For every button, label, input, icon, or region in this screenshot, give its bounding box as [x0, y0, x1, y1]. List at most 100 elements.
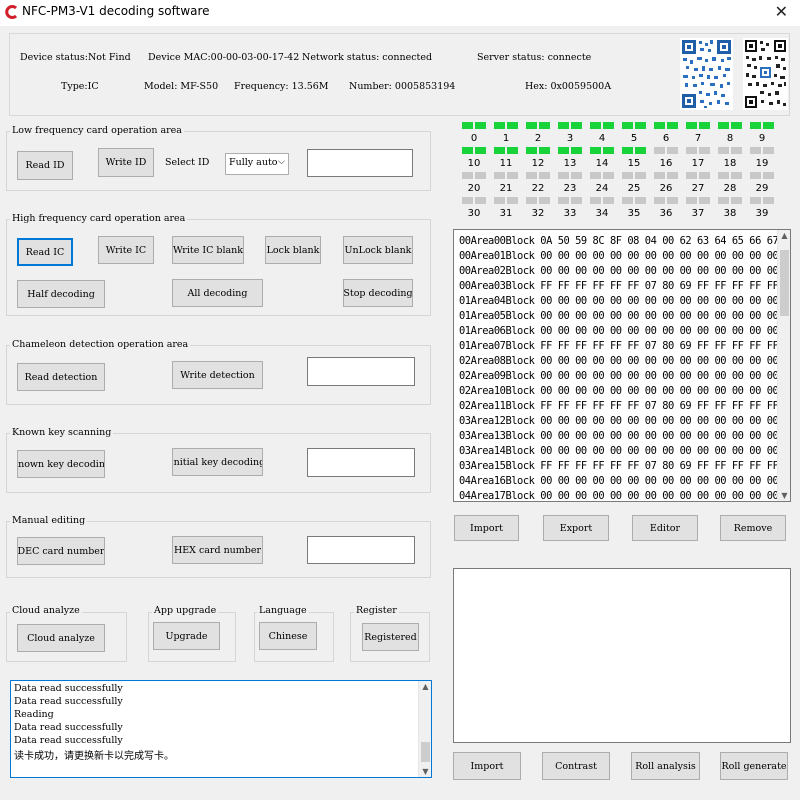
read-detection-button[interactable]: Read detection [17, 363, 105, 391]
sector-indicator: 13 [557, 147, 583, 173]
sector-indicator: 9 [749, 122, 775, 148]
log-area[interactable]: Data read successfully Data read success… [10, 680, 432, 778]
sector-number: 38 [723, 208, 737, 219]
dump-row[interactable]: 01Area04Block 00 00 00 00 00 00 00 00 00… [459, 295, 790, 307]
sector-bars [621, 197, 647, 205]
sector-key-missing-bar [526, 172, 537, 179]
sector-key-missing-bar [699, 197, 710, 204]
sector-key-missing-bar [571, 197, 582, 204]
sector-key-missing-bar [750, 147, 761, 154]
dump-row[interactable]: 02Area08Block 00 00 00 00 00 00 00 00 00… [459, 355, 790, 367]
sector-bars [461, 172, 487, 180]
lock-blank-button[interactable]: Lock blank [265, 236, 321, 264]
sector-key-missing-bar [718, 147, 729, 154]
sector-number: 20 [467, 183, 481, 194]
sector-key-missing-bar [462, 197, 473, 204]
log-scrollbar[interactable]: ▲ ▼ [418, 681, 431, 777]
dec-card-number-button[interactable]: DEC card number [17, 537, 105, 565]
dump-row[interactable]: 00Area00Block 0A 50 59 8C 8F 08 04 00 62… [459, 235, 790, 247]
sector-number: 35 [627, 208, 641, 219]
sector-key-found-bar [654, 122, 665, 129]
sector-key-missing-bar [494, 197, 505, 204]
read-id-button[interactable]: Read ID [17, 151, 73, 180]
manual-editing-title: Manual editing [10, 515, 88, 526]
write-ic-button[interactable]: Write IC [98, 236, 154, 264]
sector-indicator: 33 [557, 197, 583, 223]
upgrade-button[interactable]: Upgrade [153, 622, 220, 650]
dump-import-button[interactable]: Import [454, 515, 519, 541]
half-decoding-button[interactable]: Half decoding [17, 280, 105, 308]
dump-remove-button[interactable]: Remove [720, 515, 786, 541]
dump-row[interactable]: 00Area01Block 00 00 00 00 00 00 00 00 00… [459, 250, 790, 262]
known-key-field[interactable] [307, 448, 415, 477]
dump-row[interactable]: 00Area02Block 00 00 00 00 00 00 00 00 00… [459, 265, 790, 277]
dump-row[interactable]: 02Area11Block FF FF FF FF FF FF 07 80 69… [459, 400, 779, 412]
sector-number: 12 [531, 158, 545, 169]
manual-editing-field[interactable] [307, 536, 415, 564]
sector-key-missing-bar [622, 172, 633, 179]
roll-generate-button[interactable]: Roll generate [720, 752, 788, 780]
sector-bars [717, 197, 743, 205]
sector-bars [557, 197, 583, 205]
hex-card-number-button[interactable]: HEX card number [172, 536, 263, 564]
dump-row[interactable]: 04Area17Block 00 00 00 00 00 00 00 00 00… [459, 490, 790, 501]
dump-row[interactable]: 03Area13Block 00 00 00 00 00 00 00 00 00… [459, 430, 790, 442]
stop-decoding-button[interactable]: Stop decoding [343, 279, 413, 307]
sector-key-found-bar [731, 122, 742, 129]
dump-row[interactable]: 03Area14Block 00 00 00 00 00 00 00 00 00… [459, 445, 790, 457]
sector-number: 17 [691, 158, 705, 169]
sector-key-found-bar [475, 122, 486, 129]
sector-number: 9 [758, 133, 766, 144]
dump-row[interactable]: 02Area09Block 00 00 00 00 00 00 00 00 00… [459, 370, 790, 382]
dump-row[interactable]: 01Area05Block 00 00 00 00 00 00 00 00 00… [459, 310, 790, 322]
language-chinese-button[interactable]: Chinese [259, 622, 317, 650]
register-title: Register [354, 605, 399, 616]
roll-analysis-button[interactable]: Roll analysis [631, 752, 700, 780]
log-scroll-thumb[interactable] [421, 742, 430, 762]
contrast-result-area[interactable] [453, 568, 791, 743]
scroll-up-icon[interactable]: ▲ [419, 682, 431, 691]
select-id-dropdown[interactable]: Fully auto ⌵ [225, 153, 289, 175]
write-id-button[interactable]: Write ID [98, 148, 154, 177]
initial-key-decoding-button[interactable]: Initial key decoding [172, 448, 263, 476]
sector-number: 6 [662, 133, 670, 144]
dump-row[interactable]: 04Area16Block 00 00 00 00 00 00 00 00 00… [459, 475, 790, 487]
sector-indicator: 34 [589, 197, 615, 223]
sector-key-found-bar [699, 122, 710, 129]
sector-key-missing-bar [718, 172, 729, 179]
unlock-blank-button[interactable]: UnLock blank [343, 236, 413, 264]
dump-row[interactable]: 01Area06Block 00 00 00 00 00 00 00 00 00… [459, 325, 790, 337]
scroll-up-icon[interactable]: ▲ [778, 231, 790, 240]
dump-editor-button[interactable]: Editor [632, 515, 698, 541]
write-detection-button[interactable]: Write detection [172, 361, 263, 389]
dump-row[interactable]: 00Area03Block FF FF FF FF FF FF 07 80 69… [459, 280, 779, 292]
registered-button[interactable]: Registered [362, 623, 419, 651]
chameleon-field[interactable] [307, 357, 415, 386]
scroll-down-icon[interactable]: ▼ [419, 767, 431, 776]
all-decoding-button[interactable]: All decoding [172, 279, 263, 307]
dump-row[interactable]: 02Area10Block 00 00 00 00 00 00 00 00 00… [459, 385, 790, 397]
low-frequency-id-field[interactable] [307, 149, 413, 177]
known-key-decoding-button[interactable]: Known key decoding [17, 450, 105, 478]
sector-number: 33 [563, 208, 577, 219]
dump-row[interactable]: 03Area12Block 00 00 00 00 00 00 00 00 00… [459, 415, 790, 427]
contrast-button[interactable]: Contrast [542, 752, 610, 780]
sector-indicator: 17 [685, 147, 711, 173]
read-ic-button[interactable]: Read IC [17, 238, 73, 266]
log-line: Data read successfully [14, 722, 123, 733]
cloud-analyze-button[interactable]: Cloud analyze [17, 624, 105, 652]
sector-bars [749, 197, 775, 205]
contrast-import-button[interactable]: Import [453, 752, 521, 780]
dump-row[interactable]: 03Area15Block FF FF FF FF FF FF 07 80 69… [459, 460, 779, 472]
dump-scrollbar[interactable]: ▲ ▼ [777, 230, 790, 501]
sector-key-found-bar [686, 122, 697, 129]
close-icon[interactable]: ✕ [775, 2, 788, 21]
block-dump-list[interactable]: 04Area17Block 00 00 00 00 00 00 00 00 00… [453, 229, 791, 502]
dump-export-button[interactable]: Export [543, 515, 609, 541]
write-ic-blank-button[interactable]: Write IC blank [172, 236, 244, 264]
chameleon-title: Chameleon detection operation area [10, 339, 191, 350]
scroll-down-icon[interactable]: ▼ [778, 491, 790, 500]
dump-scroll-thumb[interactable] [780, 250, 789, 316]
dump-row[interactable]: 01Area07Block FF FF FF FF FF FF 07 80 69… [459, 340, 779, 352]
sector-key-found-bar [590, 147, 601, 154]
